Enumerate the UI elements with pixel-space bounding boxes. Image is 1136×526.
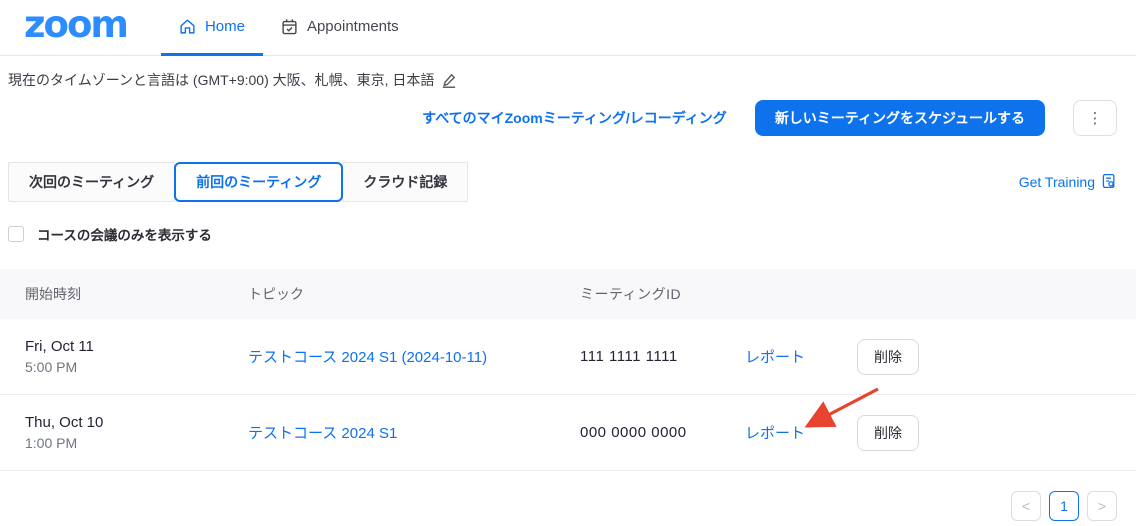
timezone-row: 現在のタイムゾーンと言語は (GMT+9:00) 大阪、札幌、東京, 日本語 — [0, 56, 1136, 90]
all-my-zoom-meetings-link[interactable]: すべてのマイZoomミーティング/レコーディング — [422, 108, 727, 128]
action-row: すべてのマイZoomミーティング/レコーディング 新しいミーティングをスケジュー… — [0, 100, 1136, 136]
meetings-tab-strip: 次回のミーティング 前回のミーティング クラウド記録 Get Training — [8, 162, 1117, 202]
report-cell: レポート — [745, 422, 857, 443]
nav-tab-appointments[interactable]: Appointments — [263, 0, 417, 56]
nav-tab-home[interactable]: Home — [161, 0, 263, 56]
delete-cell: 削除 — [857, 415, 977, 451]
table-header-row: 開始時刻 トピック ミーティングID — [0, 269, 1136, 319]
table-row: Thu, Oct 10 1:00 PM テストコース 2024 S1 000 0… — [0, 395, 1136, 471]
column-header-topic: トピック — [248, 284, 580, 304]
zoom-logo: zoom — [24, 6, 127, 49]
document-search-icon — [1101, 173, 1117, 192]
pagination-page-1-button[interactable]: 1 — [1049, 491, 1079, 521]
course-meetings-only-checkbox[interactable] — [8, 226, 24, 242]
schedule-meeting-button[interactable]: 新しいミーティングをスケジュールする — [755, 100, 1045, 136]
timezone-text: 現在のタイムゾーンと言語は (GMT+9:00) 大阪、札幌、東京, 日本語 — [8, 70, 434, 90]
report-link[interactable]: レポート — [745, 425, 805, 442]
meeting-time: 5:00 PM — [25, 359, 248, 375]
topic-cell: テストコース 2024 S1 — [248, 422, 580, 443]
previous-meetings-table: 開始時刻 トピック ミーティングID Fri, Oct 11 5:00 PM テ… — [0, 269, 1136, 471]
pagination-next-button[interactable]: > — [1087, 491, 1117, 521]
tab-cloud-recordings[interactable]: クラウド記録 — [342, 162, 468, 202]
topic-cell: テストコース 2024 S1 (2024-10-11) — [248, 346, 580, 367]
meeting-time: 1:00 PM — [25, 435, 248, 451]
nav-tab-home-label: Home — [205, 18, 245, 35]
nav-tab-appointments-label: Appointments — [307, 18, 399, 35]
calendar-check-icon — [281, 18, 298, 35]
pencil-icon[interactable] — [442, 73, 456, 88]
top-nav: Home Appointments — [161, 0, 417, 55]
tabs: 次回のミーティング 前回のミーティング クラウド記録 — [8, 162, 468, 202]
delete-button[interactable]: 削除 — [857, 415, 919, 451]
pagination: < 1 > — [0, 471, 1136, 521]
table-row: Fri, Oct 11 5:00 PM テストコース 2024 S1 (2024… — [0, 319, 1136, 395]
top-bar: zoom Home Appointments — [0, 0, 1136, 56]
meeting-topic-link[interactable]: テストコース 2024 S1 — [248, 425, 397, 442]
home-icon — [179, 18, 196, 35]
more-options-button[interactable]: ⋮ — [1073, 100, 1117, 136]
meeting-date: Thu, Oct 10 — [25, 414, 248, 431]
start-time-cell: Thu, Oct 10 1:00 PM — [0, 414, 248, 451]
filter-row: コースの会議のみを表示する — [8, 224, 1128, 244]
get-training-link[interactable]: Get Training — [1019, 173, 1117, 192]
report-link[interactable]: レポート — [745, 349, 805, 366]
meeting-id-cell: 111 1111 1111 — [580, 348, 745, 365]
report-cell: レポート — [745, 346, 857, 367]
start-time-cell: Fri, Oct 11 5:00 PM — [0, 338, 248, 375]
pagination-prev-button[interactable]: < — [1011, 491, 1041, 521]
meeting-id-cell: 000 0000 0000 — [580, 424, 745, 441]
delete-button[interactable]: 削除 — [857, 339, 919, 375]
tab-previous-meetings[interactable]: 前回のミーティング — [174, 162, 343, 202]
zoom-lti-page: zoom Home Appointments 現在のタイムゾーンと言語は (GM… — [0, 0, 1136, 526]
tab-upcoming-meetings[interactable]: 次回のミーティング — [8, 162, 175, 202]
column-header-meeting-id: ミーティングID — [580, 284, 745, 304]
course-meetings-only-label: コースの会議のみを表示する — [37, 224, 212, 244]
delete-cell: 削除 — [857, 339, 977, 375]
column-header-start-time: 開始時刻 — [0, 284, 248, 304]
meeting-date: Fri, Oct 11 — [25, 338, 248, 355]
vertical-ellipsis-icon: ⋮ — [1088, 111, 1103, 126]
get-training-label: Get Training — [1019, 174, 1095, 190]
meeting-topic-link[interactable]: テストコース 2024 S1 (2024-10-11) — [248, 349, 487, 366]
